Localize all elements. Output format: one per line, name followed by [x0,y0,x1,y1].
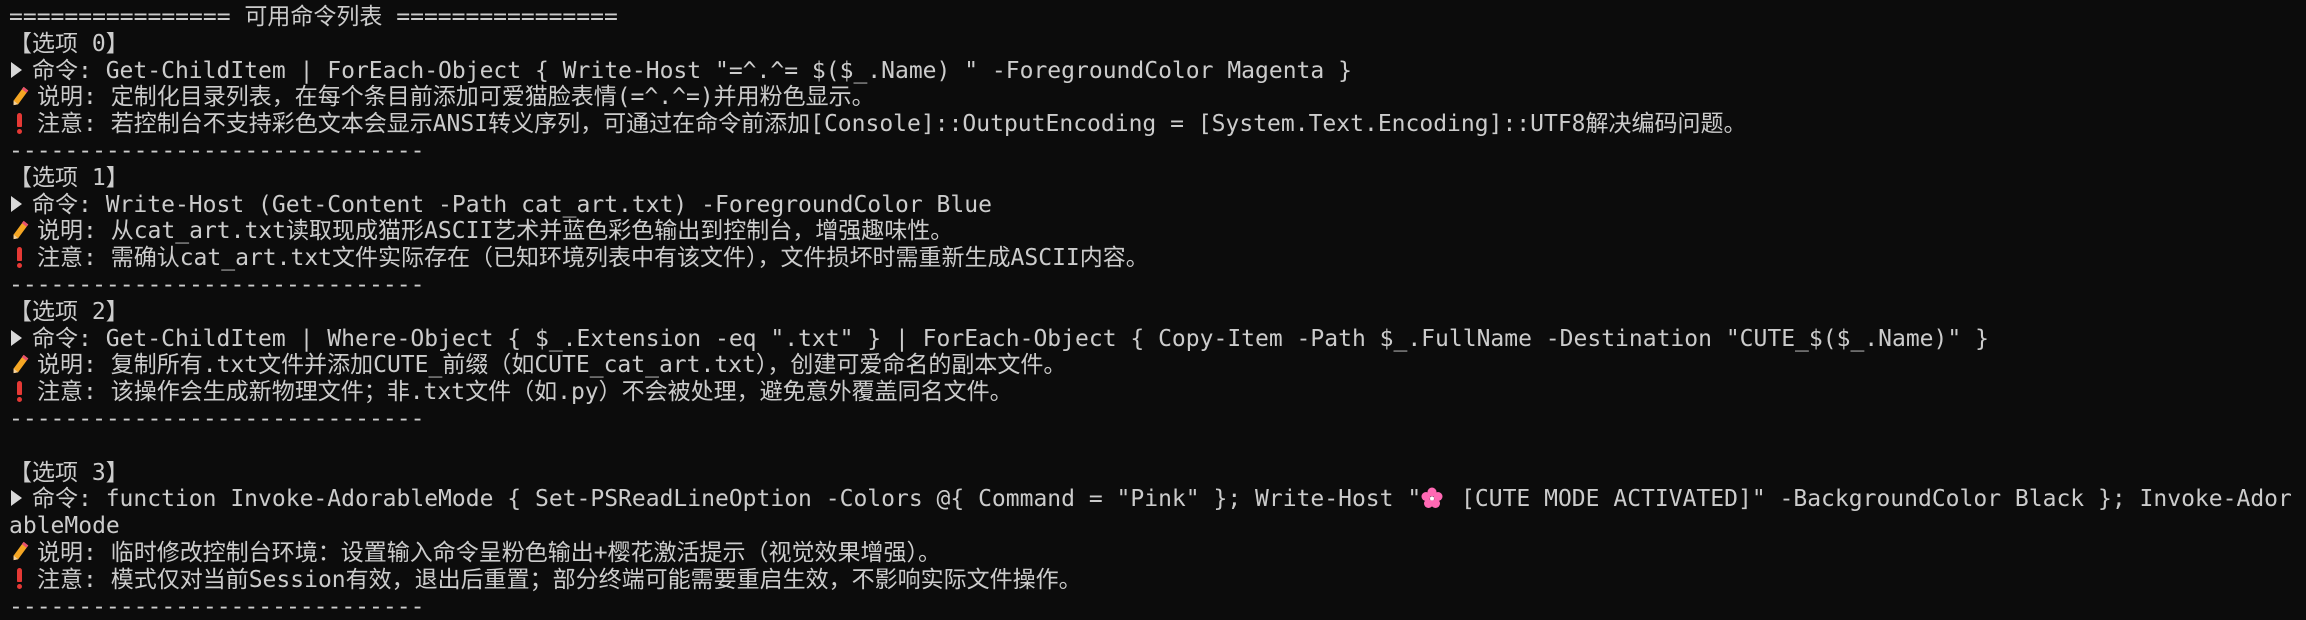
pencil-icon [13,220,29,240]
command-label: 命令: [32,486,106,513]
triangle-right-icon [11,195,22,212]
option-description: 说明: 复制所有.txt文件并添加CUTE_前缀（如CUTE_cat_art.t… [9,352,2298,379]
option-command: 命令: Get-ChildItem | Where-Object { $_.Ex… [9,326,2298,353]
description-label: 说明: [37,218,111,245]
description-text: 从cat_art.txt读取现成猫形ASCII艺术并蓝色彩色输出到控制台，增强趣… [110,218,954,245]
red-exclamation-icon [9,112,31,134]
red-exclamation-icon [9,246,31,268]
description-label: 说明: [37,84,111,111]
pencil-icon [13,354,29,374]
option-description: 说明: 从cat_art.txt读取现成猫形ASCII艺术并蓝色彩色输出到控制台… [9,218,2298,245]
option-command: 命令: function Invoke-AdorableMode { Set-P… [9,486,2298,540]
cherry-blossom-icon [1421,487,1443,508]
red-exclamation-icon [9,567,31,590]
option-note: 注意: 若控制台不支持彩色文本会显示ANSI转义序列，可通过在命令前添加[Con… [9,111,2298,138]
separator: ------------------------------ [9,137,425,164]
option-description: 说明: 定制化目录列表，在每个条目前添加可爱猫脸表情(=^.^=)并用粉色显示。 [9,84,2298,111]
triangle-right-icon [11,329,22,346]
command-text: Write-Host (Get-Content -Path cat_art.tx… [105,191,992,218]
note-label: 注意: [37,379,111,406]
option-command: 命令: Write-Host (Get-Content -Path cat_ar… [9,192,2298,219]
option-note: 注意: 需确认cat_art.txt文件实际存在（已知环境列表中有该文件），文件… [9,245,2298,272]
command-text: Get-ChildItem | ForEach-Object { Write-H… [105,57,1352,84]
description-label: 说明: [37,352,111,379]
list-header: ================ 可用命令列表 ================ [9,4,618,30]
option-title: 【选项 0】 [9,30,129,57]
note-label: 注意: [37,566,111,593]
command-label: 命令: [32,191,106,218]
pencil-icon [13,542,29,561]
note-label: 注意: [37,111,111,138]
command-text: Get-ChildItem | Where-Object { $_.Extens… [105,325,1989,352]
red-exclamation-icon [9,380,31,402]
separator: ------------------------------ [9,271,425,298]
triangle-right-icon [11,490,22,507]
note-label: 注意: [37,245,111,272]
option-description: 说明: 临时修改控制台环境：设置输入命令呈粉色输出+樱花激活提示（视觉效果增强）… [9,540,2298,567]
triangle-right-icon [11,61,22,78]
pencil-icon [13,86,29,106]
description-label: 说明: [37,539,111,566]
terminal-output[interactable]: ================ 可用命令列表 ================… [0,0,2306,620]
description-text: 临时修改控制台环境：设置输入命令呈粉色输出+樱花激活提示（视觉效果增强）。 [110,539,942,566]
option-title: 【选项 2】 [9,298,129,325]
command-text-start: function Invoke-AdorableMode { Set-PSRea… [105,486,1422,513]
description-text: 复制所有.txt文件并添加CUTE_前缀（如CUTE_cat_art.txt），… [110,352,1067,379]
separator: ------------------------------ [9,593,425,620]
option-note: 注意: 模式仅对当前Session有效，退出后重置；部分终端可能需要重启生效，不… [9,567,2298,594]
note-text: 模式仅对当前Session有效，退出后重置；部分终端可能需要重启生效，不影响实际… [110,566,1082,593]
option-note: 注意: 该操作会生成新物理文件；非.txt文件（如.py）不会被处理，避免意外覆… [9,379,2298,406]
command-label: 命令: [32,325,106,352]
note-text: 需确认cat_art.txt文件实际存在（已知环境列表中有该文件），文件损坏时需… [110,245,1149,272]
description-text: 定制化目录列表，在每个条目前添加可爱猫脸表情(=^.^=)并用粉色显示。 [110,84,875,111]
option-command: 命令: Get-ChildItem | ForEach-Object { Wri… [9,58,2298,85]
note-text: 若控制台不支持彩色文本会显示ANSI转义序列，可通过在命令前添加[Console… [110,111,1747,138]
option-title: 【选项 3】 [9,459,129,486]
note-text: 该操作会生成新物理文件；非.txt文件（如.py）不会被处理，避免意外覆盖同名文… [110,379,1013,406]
command-label: 命令: [32,57,106,84]
option-title: 【选项 1】 [9,164,129,191]
separator: ------------------------------ [9,405,425,432]
